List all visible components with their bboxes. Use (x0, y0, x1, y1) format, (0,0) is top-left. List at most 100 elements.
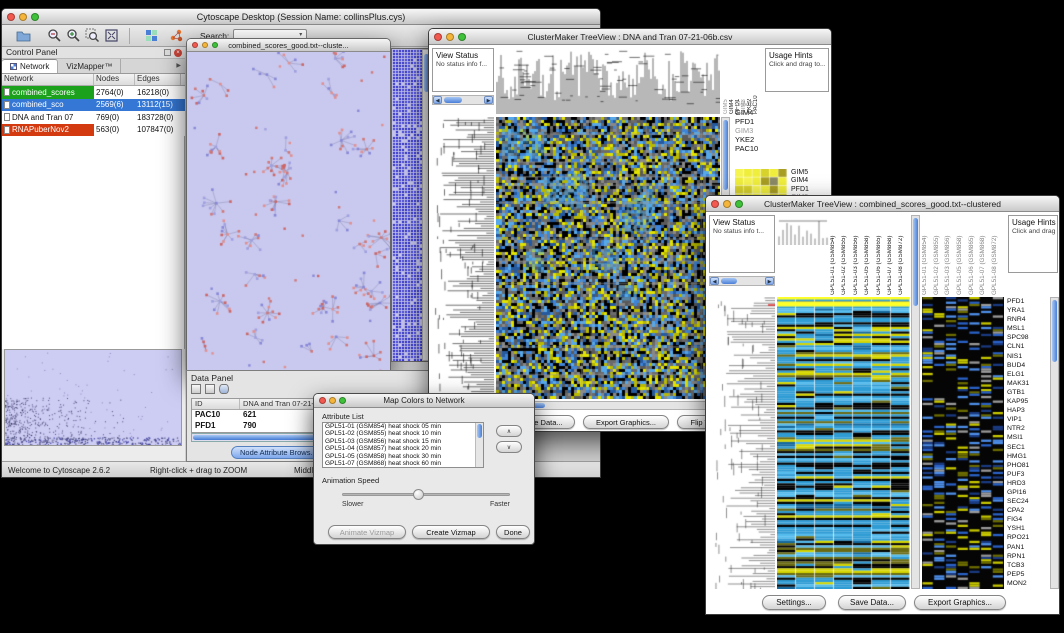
h-scrollbar-thumb[interactable] (721, 278, 737, 284)
gene-label[interactable]: GIM3 (735, 126, 795, 135)
zoom-button[interactable] (212, 42, 218, 48)
network-overview-canvas[interactable] (5, 350, 181, 445)
close-button[interactable] (711, 200, 719, 208)
gene-label[interactable]: CPA2 (1007, 506, 1049, 515)
save-data-button[interactable]: Save Data... (838, 595, 906, 610)
close-button[interactable] (7, 13, 15, 21)
zoom-button[interactable] (458, 33, 466, 41)
attribute-list-item[interactable]: GPL51-07 (GSM868) heat shock 60 min (323, 460, 483, 467)
gene-label[interactable]: CLN1 (1007, 342, 1049, 351)
gene-label[interactable]: MAK31 (1007, 379, 1049, 388)
attribute-list-item[interactable]: GPL51-01 (GSM854) heat shock 05 min (323, 423, 483, 430)
network-row[interactable]: combined_scores 2764(0) 16218(0) (2, 86, 185, 99)
gene-label[interactable]: MSL1 (1007, 324, 1049, 333)
gene-label[interactable]: PUF3 (1007, 470, 1049, 479)
cytoscape-logo-icon[interactable] (169, 28, 184, 43)
gene-label[interactable]: RPO21 (1007, 533, 1049, 542)
treeview-combined-title-bar[interactable]: ClusterMaker TreeView : combined_scores_… (706, 196, 1059, 212)
gene-label[interactable]: BUD4 (1007, 361, 1049, 370)
node-attribute-browser-button[interactable]: Node Attribute Brows... (231, 446, 326, 459)
v-scrollbar-thumb[interactable] (477, 424, 482, 438)
gene-label[interactable]: PHO81 (1007, 461, 1049, 470)
gene-label[interactable]: YKE2 (735, 135, 795, 144)
treeview-dna-title-bar[interactable]: ClusterMaker TreeView : DNA and Tran 07-… (429, 29, 831, 45)
network-view-title-bar[interactable]: combined_scores_good.txt--cluste... (187, 39, 390, 52)
attribute-list-item[interactable]: GPL51-05 (GSM858) heat shock 30 min (323, 453, 483, 460)
database-icon[interactable] (219, 384, 229, 394)
animate-vizmap-button[interactable]: Animate Vizmap (328, 525, 406, 539)
gene-label[interactable]: MSI1 (1007, 433, 1049, 442)
gene-label[interactable]: PFD1 (1007, 297, 1049, 306)
gene-label[interactable]: SPC98 (1007, 333, 1049, 342)
done-button[interactable]: Done (496, 525, 530, 539)
scroll-right-icon[interactable]: ▶ (765, 277, 774, 285)
gene-label[interactable]: SEC24 (1007, 497, 1049, 506)
zoom-selected-icon[interactable] (85, 28, 100, 43)
v-scrollbar[interactable] (911, 215, 920, 589)
gene-label[interactable]: GTB1 (1007, 388, 1049, 397)
dense-network-canvas[interactable] (392, 49, 422, 361)
heatmap2-canvas[interactable] (922, 297, 1004, 589)
zoom-fit-icon[interactable] (104, 28, 119, 43)
gene-label[interactable]: KAP95 (1007, 397, 1049, 406)
minimize-button[interactable] (446, 33, 454, 41)
gene-label[interactable]: TCB3 (1007, 561, 1049, 570)
close-panel-icon[interactable]: × (174, 49, 182, 57)
attribute-list-item[interactable]: GPL51-02 (GSM855) heat shock 10 min (323, 430, 483, 437)
gene-label[interactable]: GIM4 (791, 177, 831, 185)
network-row[interactable]: combined_sco 2569(6) 13112(15) (2, 99, 185, 112)
v-scrollbar-thumb[interactable] (1052, 300, 1057, 362)
gene-label[interactable]: GIM5 (791, 169, 831, 177)
gene-label[interactable]: ELG1 (1007, 370, 1049, 379)
zoom-button[interactable] (31, 13, 39, 21)
tab-overflow-icon[interactable]: ▶ (176, 59, 185, 73)
minimize-button[interactable] (329, 397, 336, 404)
v-scrollbar-thumb[interactable] (913, 218, 918, 306)
scroll-right-icon[interactable]: ▶ (484, 96, 493, 104)
gene-label[interactable]: NTR2 (1007, 424, 1049, 433)
attribute-select-icon[interactable] (205, 384, 215, 394)
gene-label[interactable]: VIP1 (1007, 415, 1049, 424)
scroll-left-icon[interactable]: ◀ (710, 277, 719, 285)
gene-label[interactable]: GPI16 (1007, 488, 1049, 497)
close-button[interactable] (434, 33, 442, 41)
export-graphics-button[interactable]: Export Graphics... (583, 415, 669, 429)
gene-label[interactable]: RPN1 (1007, 552, 1049, 561)
gene-label[interactable]: GIM4 (735, 108, 795, 117)
move-down-button[interactable]: ∨ (496, 441, 522, 453)
v-scrollbar[interactable] (1050, 297, 1059, 589)
gene-label[interactable]: YRA1 (1007, 306, 1049, 315)
zoom-button[interactable] (339, 397, 346, 404)
gene-label[interactable]: NIS1 (1007, 352, 1049, 361)
heatmap1-canvas[interactable] (777, 297, 910, 589)
h-scrollbar[interactable]: ◀ ▶ (709, 276, 775, 286)
tab-network[interactable]: Network (2, 59, 58, 73)
gene-label[interactable]: PFD1 (735, 117, 795, 126)
minimize-button[interactable] (202, 42, 208, 48)
network-canvas[interactable] (187, 52, 390, 370)
scroll-left-icon[interactable]: ◀ (433, 96, 442, 104)
zoom-out-icon[interactable] (47, 28, 62, 43)
network-row[interactable]: RNAPuberNov2 563(0) 107847(0) (2, 124, 185, 137)
slider-thumb[interactable] (413, 489, 424, 500)
network-row[interactable]: DNA and Tran 07 769(0) 183728(0) (2, 111, 185, 124)
v-scrollbar[interactable] (475, 423, 483, 467)
attribute-list-item[interactable]: GPL51-04 (GSM857) heat shock 20 min (323, 445, 483, 452)
gene-label[interactable]: MON2 (1007, 579, 1049, 588)
float-panel-icon[interactable] (164, 49, 171, 56)
create-vizmap-button[interactable]: Create Vizmap (412, 525, 490, 539)
gene-label[interactable]: GIM5 (735, 99, 795, 108)
gene-label[interactable]: YSH1 (1007, 524, 1049, 533)
close-button[interactable] (319, 397, 326, 404)
gene-label[interactable]: PAN1 (1007, 543, 1049, 552)
move-up-button[interactable]: ∧ (496, 425, 522, 437)
animation-speed-slider[interactable] (342, 493, 510, 496)
gene-label[interactable]: RNR4 (1007, 315, 1049, 324)
minimize-button[interactable] (723, 200, 731, 208)
gene-label[interactable]: FIG4 (1007, 515, 1049, 524)
v-scrollbar-thumb[interactable] (723, 120, 728, 190)
minimize-button[interactable] (19, 13, 27, 21)
row-dendrogram-canvas[interactable] (709, 297, 775, 589)
gene-label[interactable]: PAC10 (735, 144, 795, 153)
network-overview-panel[interactable] (4, 349, 182, 446)
